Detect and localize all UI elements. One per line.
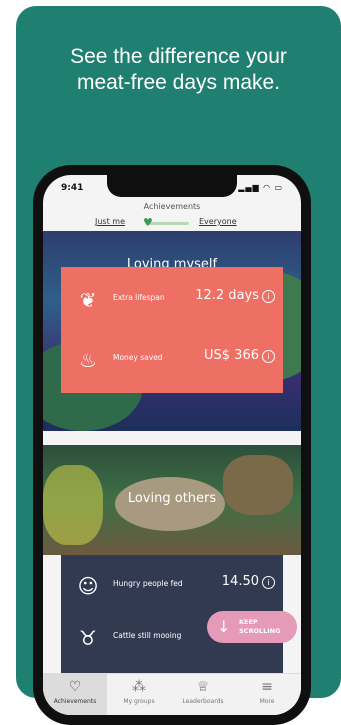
trophy-icon: ♕ <box>196 679 210 695</box>
heart-icon: ♡ <box>68 679 82 695</box>
tab-my-groups[interactable]: ⁂ My groups <box>107 674 171 715</box>
phone-frame: 9:41 ▂▄▆ ◠ ▭ Achievements Just me ♥ Ever… <box>33 165 311 725</box>
family-icon: ☺ <box>77 574 99 598</box>
toggle-heart-icon[interactable]: ♥ <box>143 217 155 229</box>
piggy-bank-icon: ♨ <box>79 348 97 372</box>
keep-scrolling-line-1: KEEP <box>239 618 258 626</box>
stat-label: Extra lifespan <box>113 293 165 302</box>
cow-icon: ♉ <box>79 626 97 650</box>
phone-screen: 9:41 ▂▄▆ ◠ ▭ Achievements Just me ♥ Ever… <box>43 175 301 715</box>
status-time: 9:41 <box>61 183 84 193</box>
phone-notch <box>107 175 237 197</box>
status-icons: ▂▄▆ ◠ ▭ <box>238 183 283 192</box>
others-section-illustration: Loving others <box>43 445 301 555</box>
info-icon[interactable]: i <box>262 350 275 363</box>
heart-tree-icon: ❦ <box>79 288 97 312</box>
headline-line-1: See the difference your <box>70 45 287 68</box>
tab-label: Achievements <box>53 698 97 705</box>
toggle-everyone[interactable]: Everyone <box>199 217 237 226</box>
stat-row[interactable]: ❦ Extra lifespan 12.2 days i <box>61 273 283 323</box>
tab-achievements[interactable]: ♡ Achievements <box>43 674 107 715</box>
stat-row[interactable]: ♨ Money saved US$ 366 i <box>61 333 283 383</box>
tab-leaderboards[interactable]: ♕ Leaderboards <box>171 674 235 715</box>
self-stats-panel: ❦ Extra lifespan 12.2 days i ♨ Money sav… <box>61 267 283 393</box>
stat-label: Cattle still mooing <box>113 631 182 640</box>
tab-label: Leaderboards <box>182 698 224 705</box>
wifi-icon: ◠ <box>263 183 271 192</box>
stat-value: 14.50 <box>221 574 259 589</box>
stat-value: 12.2 days <box>195 288 259 303</box>
stat-row[interactable]: ☺ Hungry people fed 14.50 i <box>61 559 283 609</box>
signal-icon: ▂▄▆ <box>238 183 260 192</box>
promo-headline: See the difference your meat-free days m… <box>16 44 341 96</box>
tab-label: My groups <box>123 698 155 705</box>
illustration-bear <box>223 455 293 515</box>
info-icon[interactable]: i <box>262 290 275 303</box>
info-icon[interactable]: i <box>262 576 275 589</box>
scope-toggle[interactable]: Just me ♥ Everyone <box>43 215 301 231</box>
keep-scrolling-line-2: SCROLLING <box>239 627 281 635</box>
battery-icon: ▭ <box>274 183 283 192</box>
arrow-down-icon: ↓ <box>217 617 231 636</box>
tab-more[interactable]: ≡ More <box>235 674 299 715</box>
keep-scrolling-button[interactable]: ↓ KEEP SCROLLING <box>207 611 297 643</box>
stat-label: Hungry people fed <box>113 579 183 588</box>
stat-label: Money saved <box>113 353 163 362</box>
groups-icon: ⁂ <box>132 679 146 695</box>
screen-title: Achievements <box>143 202 201 211</box>
keep-scrolling-label: KEEP SCROLLING <box>239 618 280 636</box>
bottom-tab-bar: ♡ Achievements ⁂ My groups ♕ Leaderboard… <box>43 673 301 715</box>
others-section-title: Loving others <box>127 491 217 506</box>
tab-label: More <box>259 698 275 705</box>
stat-value: US$ 366 <box>204 348 259 363</box>
toggle-just-me[interactable]: Just me <box>95 217 125 226</box>
headline-line-2: meat-free days make. <box>76 71 281 94</box>
menu-icon: ≡ <box>261 679 273 695</box>
